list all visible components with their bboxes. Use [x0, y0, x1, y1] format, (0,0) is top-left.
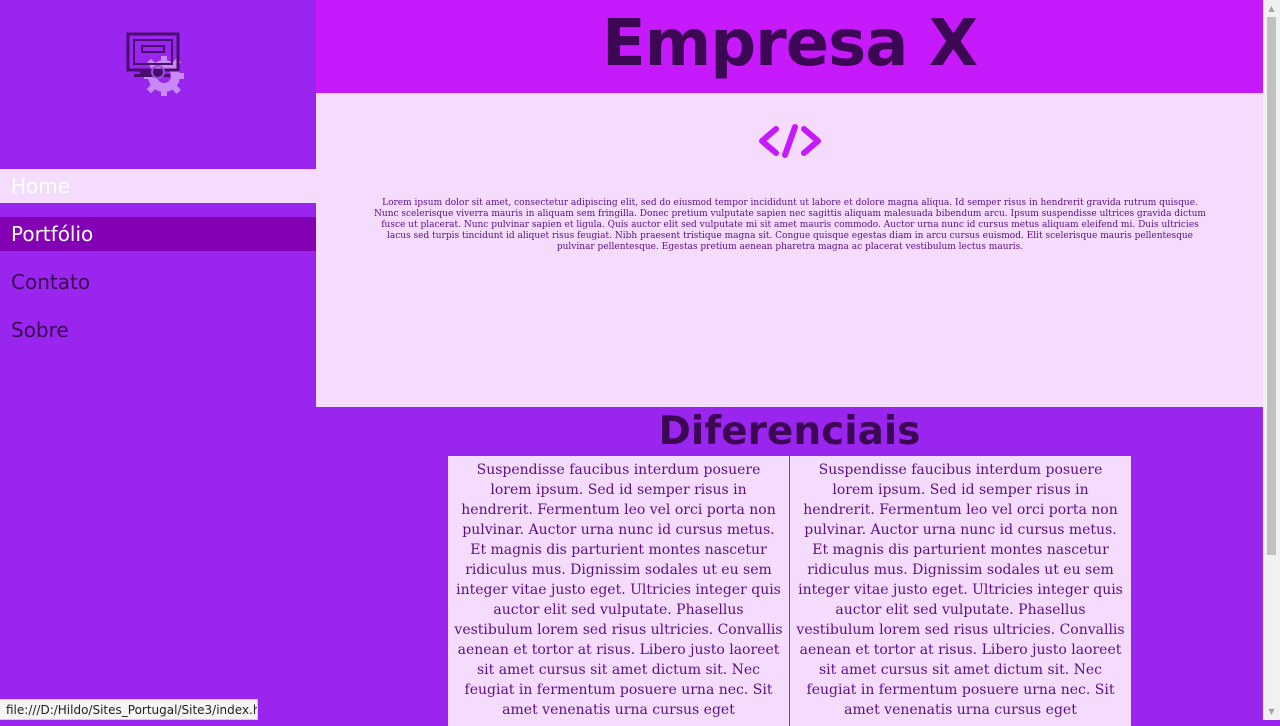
diferenciais-title: Diferenciais	[658, 409, 921, 454]
feature-card: Suspendisse faucibus interdum posuere lo…	[790, 456, 1131, 726]
feature-card: Suspendisse faucibus interdum posuere lo…	[448, 456, 789, 726]
vertical-scrollbar[interactable]: ▲ ▼	[1263, 0, 1280, 720]
scroll-up-icon[interactable]: ▲	[1263, 0, 1280, 17]
computer-gear-icon[interactable]	[124, 30, 194, 102]
hero-section: Lorem ipsum dolor sit amet, consectetur …	[316, 93, 1263, 407]
scroll-down-icon[interactable]: ▼	[1263, 703, 1280, 720]
status-bar-url: file:///D:/Hildo/Sites_Portugal/Site3/in…	[0, 699, 258, 720]
nav-item-sobre[interactable]: Sobre	[0, 313, 316, 347]
scrollbar-thumb[interactable]	[1267, 17, 1276, 555]
feature-card-text: Suspendisse faucibus interdum posuere lo…	[454, 462, 783, 718]
hero-paragraph: Lorem ipsum dolor sit amet, consectetur …	[374, 198, 1206, 252]
feature-card-text: Suspendisse faucibus interdum posuere lo…	[796, 462, 1125, 718]
main-nav: Home Portfólio Contato Sobre	[0, 169, 316, 361]
code-icon	[756, 121, 824, 161]
site-header: Empresa X	[316, 0, 1263, 93]
nav-item-portfolio[interactable]: Portfólio	[0, 217, 316, 251]
nav-item-contato[interactable]: Contato	[0, 265, 316, 299]
nav-item-home[interactable]: Home	[0, 169, 316, 203]
sidebar: Home Portfólio Contato Sobre	[0, 0, 316, 720]
site-title: Empresa X	[601, 7, 978, 81]
